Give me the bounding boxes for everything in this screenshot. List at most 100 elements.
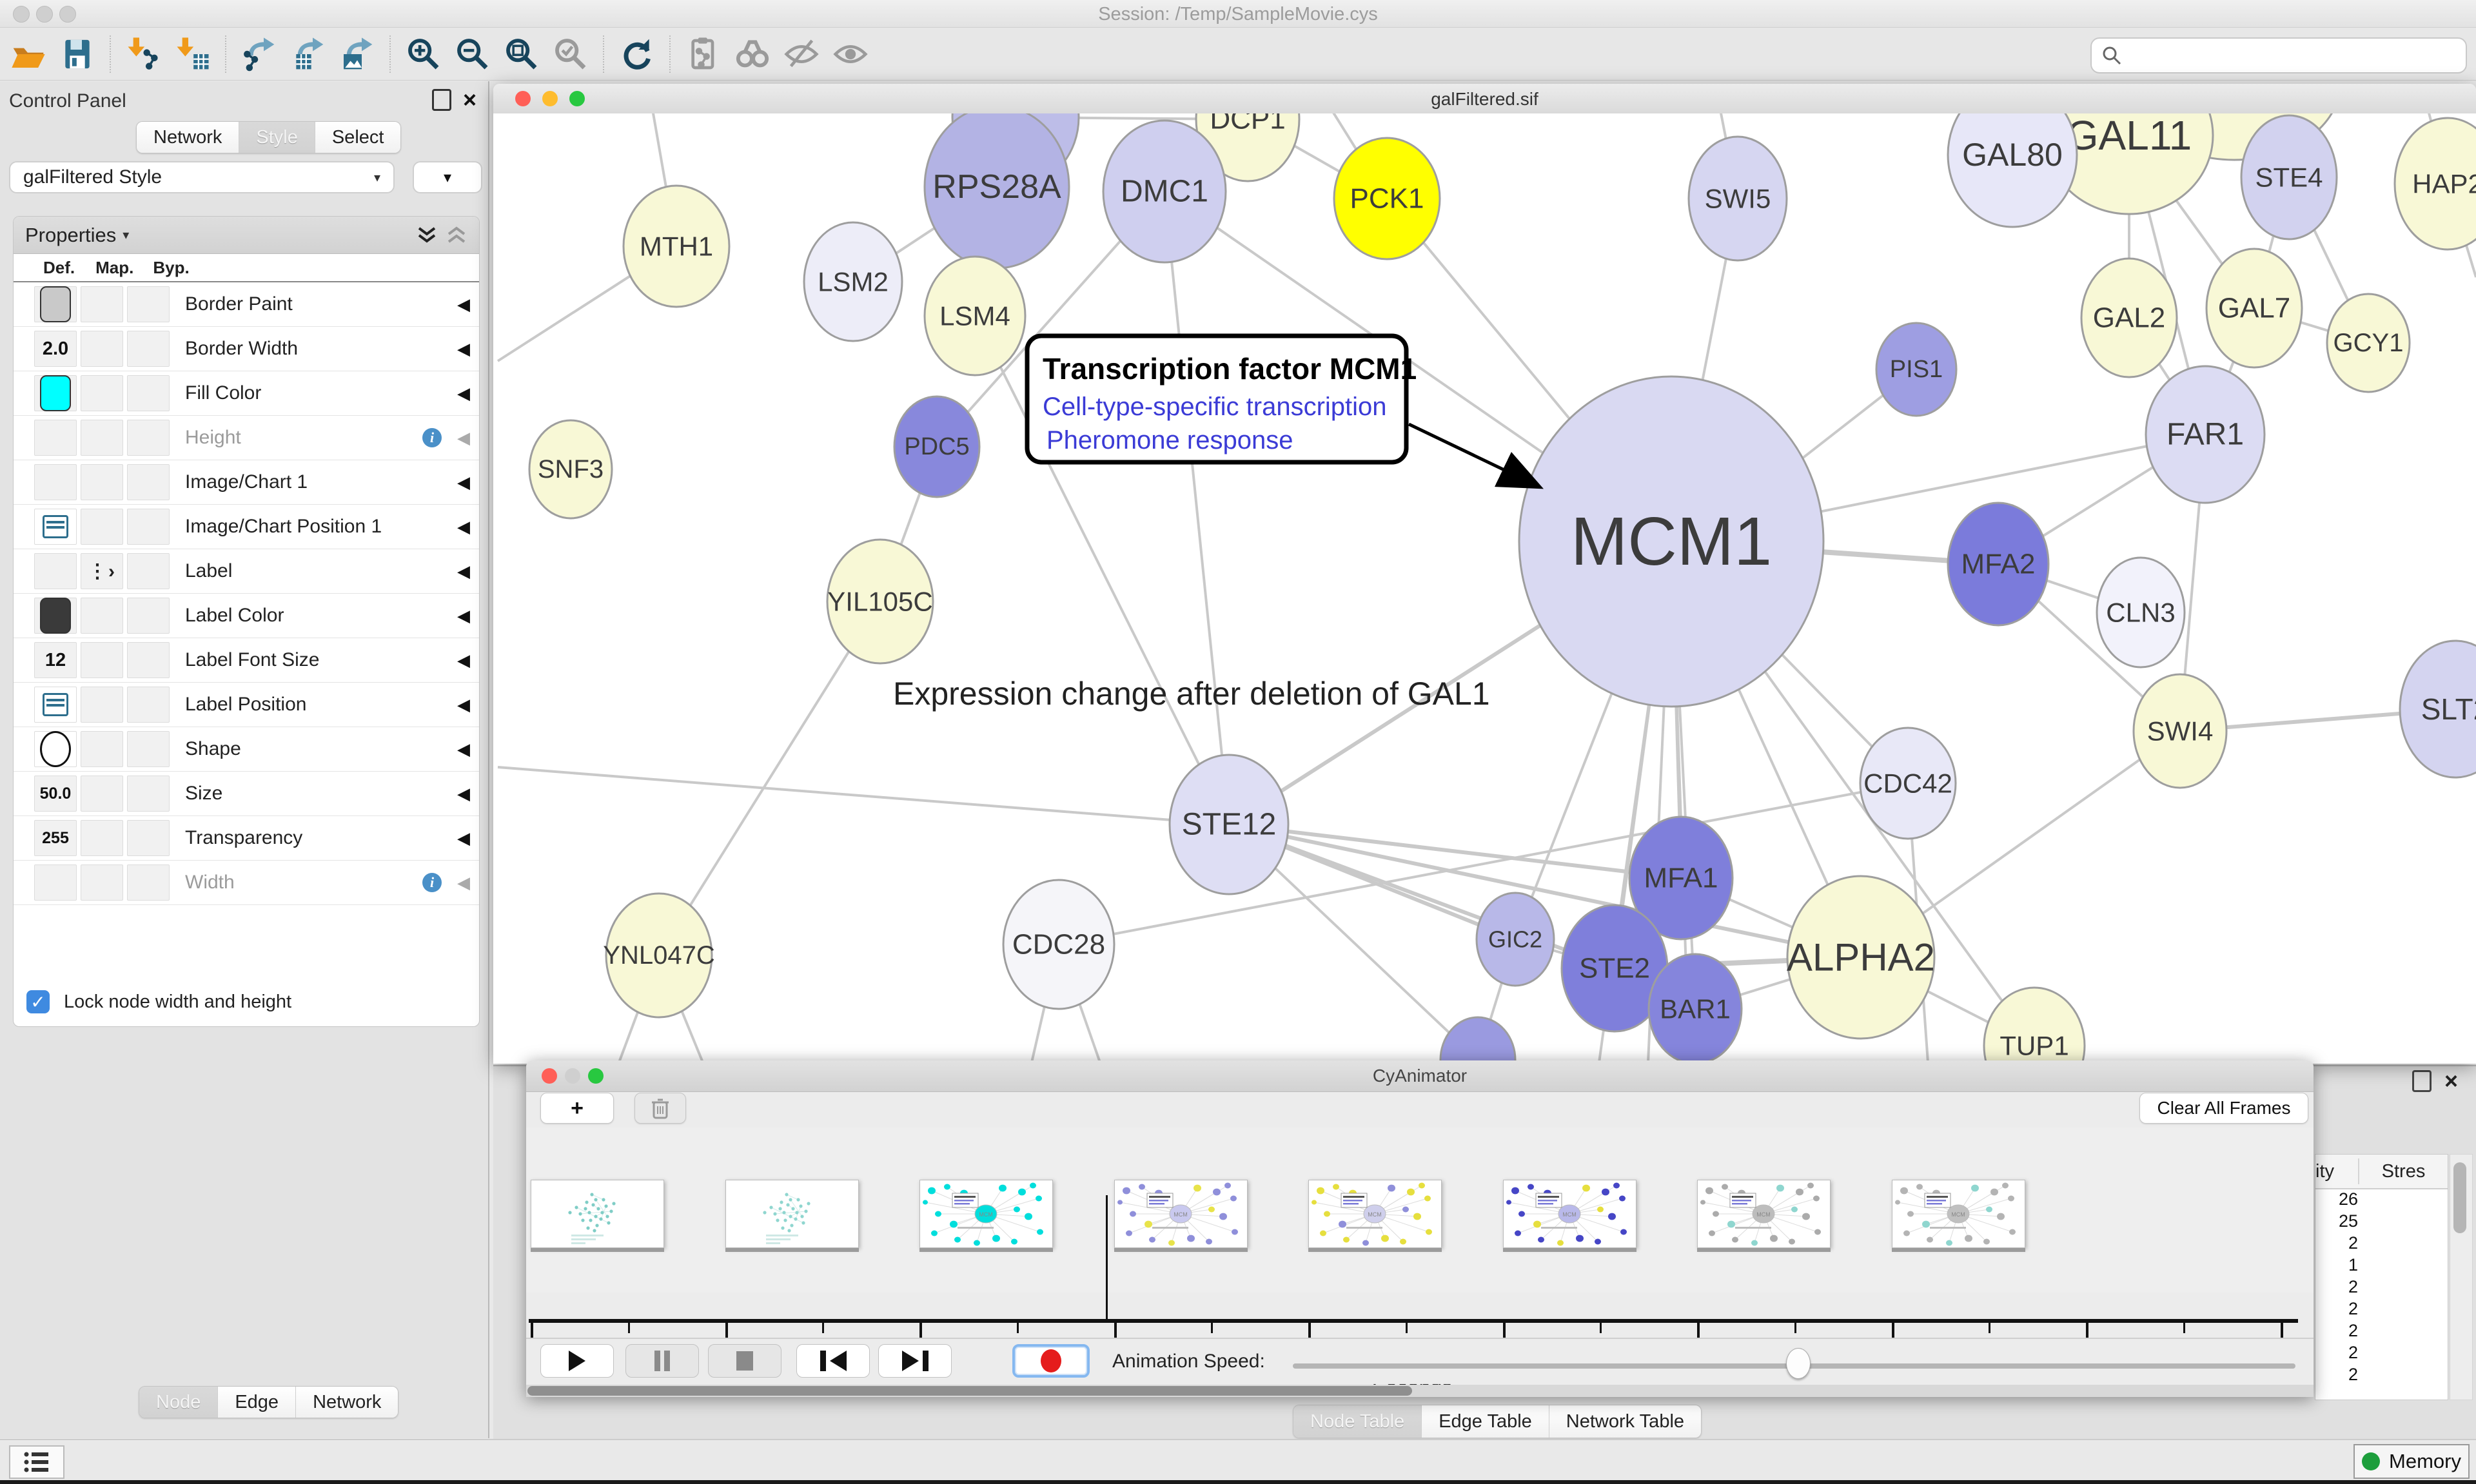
record-button[interactable] (1012, 1344, 1090, 1378)
property-row-label-color[interactable]: Label Color◀ (14, 594, 479, 638)
annotation-link-1[interactable]: Cell-type-specific transcription (1043, 393, 1387, 421)
expand-row-icon[interactable]: ◀ (457, 473, 470, 493)
property-row-label-position[interactable]: Label Position◀ (14, 683, 479, 727)
export-table-icon[interactable] (285, 32, 331, 76)
info-icon[interactable]: i (422, 428, 442, 447)
tab-network[interactable]: Network (137, 122, 239, 153)
lock-node-size-row[interactable]: ✓ Lock node width and height (26, 990, 478, 1013)
expand-row-icon[interactable]: ◀ (457, 517, 470, 537)
property-row-shape[interactable]: Shape◀ (14, 727, 479, 772)
export-network-icon[interactable] (236, 32, 282, 76)
property-row-label-font-size[interactable]: 12Label Font Size◀ (14, 638, 479, 683)
property-row-size[interactable]: 50.0Size◀ (14, 772, 479, 816)
zoom-out-icon[interactable] (449, 32, 496, 76)
frame-thumbnail-7[interactable]: MCM (1892, 1180, 2025, 1248)
table-row[interactable]: 26 (2315, 1189, 2448, 1211)
column-header-stress[interactable]: Stres (2358, 1158, 2448, 1184)
clear-all-frames-button[interactable]: Clear All Frames (2139, 1093, 2308, 1124)
property-row-fill-color[interactable]: Fill Color◀ (14, 371, 479, 416)
task-history-button[interactable] (9, 1445, 64, 1479)
column-header-ity[interactable]: ity (2315, 1161, 2358, 1182)
table-row[interactable]: 2 (2315, 1343, 2448, 1365)
expand-row-icon[interactable]: ◀ (457, 828, 470, 848)
tab-edge-table[interactable]: Edge Table (1422, 1405, 1549, 1438)
expand-row-icon[interactable]: ◀ (457, 384, 470, 404)
expand-row-icon[interactable]: ◀ (457, 428, 470, 448)
zoom-fit-icon[interactable] (498, 32, 545, 76)
collapse-all-icon[interactable] (446, 226, 467, 245)
table-row[interactable]: 2 (2315, 1365, 2448, 1387)
expand-all-icon[interactable] (416, 226, 438, 245)
node-cut-node[interactable] (1440, 1017, 1515, 1064)
show-details-icon[interactable] (827, 32, 874, 76)
float-panel-icon[interactable] (432, 89, 451, 111)
tab-style[interactable]: Style (239, 122, 315, 153)
add-frame-button[interactable]: + (540, 1093, 614, 1124)
property-row-border-paint[interactable]: Border Paint◀ (14, 282, 479, 327)
frame-thumbnail-1[interactable] (725, 1180, 859, 1248)
table-row[interactable]: 1 (2315, 1255, 2448, 1277)
expand-row-icon[interactable]: ◀ (457, 695, 470, 715)
frame-thumbnail-2[interactable]: MCM (919, 1180, 1053, 1248)
tab-node[interactable]: Node (139, 1387, 218, 1418)
hide-details-icon[interactable] (778, 32, 825, 76)
style-options-button[interactable]: ▾ (413, 161, 482, 193)
expand-row-icon[interactable]: ◀ (457, 606, 470, 626)
zoom-selected-icon[interactable] (547, 32, 594, 76)
float-table-panel-icon[interactable] (2412, 1070, 2432, 1092)
property-row-image-chart-position-1[interactable]: Image/Chart Position 1◀ (14, 505, 479, 549)
search-input[interactable] (2129, 44, 2466, 66)
search-box[interactable] (2090, 37, 2467, 73)
expand-row-icon[interactable]: ◀ (457, 784, 470, 804)
properties-header[interactable]: Properties ▾ (14, 217, 479, 254)
lock-checkbox[interactable]: ✓ (26, 990, 50, 1013)
table-row[interactable]: 2 (2315, 1233, 2448, 1255)
table-row[interactable]: 2 (2315, 1299, 2448, 1321)
cyanimator-hscroll-thumb[interactable] (527, 1386, 1412, 1396)
expand-row-icon[interactable]: ◀ (457, 873, 470, 893)
refresh-icon[interactable] (614, 32, 660, 76)
frame-thumbnail-6[interactable]: MCM (1697, 1180, 1831, 1248)
frame-thumbnail-0[interactable] (531, 1180, 664, 1248)
skip-to-end-button[interactable] (878, 1344, 952, 1378)
property-row-width[interactable]: Widthi◀ (14, 861, 479, 905)
network-canvas[interactable]: GAL11GAL80DCP1RPS28ADMC1PCK1MTH1LSM2LSM4… (493, 113, 2476, 1064)
property-row-border-width[interactable]: 2.0Border Width◀ (14, 327, 479, 371)
expand-row-icon[interactable]: ◀ (457, 650, 470, 670)
save-icon[interactable] (54, 32, 101, 76)
skip-to-start-button[interactable] (796, 1344, 870, 1378)
expand-row-icon[interactable]: ◀ (457, 561, 470, 581)
property-row-image-chart-1[interactable]: Image/Chart 1◀ (14, 460, 479, 505)
tab-select[interactable]: Select (315, 122, 401, 153)
close-panel-icon[interactable]: × (463, 91, 477, 109)
tab-network-table[interactable]: Network Table (1549, 1405, 1701, 1438)
expand-row-icon[interactable]: ◀ (457, 339, 470, 359)
table-row[interactable]: 2 (2315, 1321, 2448, 1343)
import-table-icon[interactable] (170, 32, 216, 76)
memory-button[interactable]: Memory (2353, 1444, 2470, 1479)
paste-icon[interactable] (680, 32, 727, 76)
frame-thumbnail-4[interactable]: MCM (1308, 1180, 1442, 1248)
delete-frame-button[interactable] (634, 1093, 686, 1124)
animation-speed-handle[interactable] (1786, 1348, 1811, 1379)
stop-button[interactable] (708, 1344, 781, 1378)
property-row-label[interactable]: ⋮›Label◀ (14, 549, 479, 594)
tab-node-table[interactable]: Node Table (1293, 1405, 1422, 1438)
expand-row-icon[interactable]: ◀ (457, 739, 470, 759)
info-icon[interactable]: i (422, 873, 442, 892)
table-row[interactable]: 25 (2315, 1211, 2448, 1233)
close-table-panel-icon[interactable]: × (2444, 1072, 2458, 1090)
table-row[interactable]: 2 (2315, 1277, 2448, 1299)
frame-thumbnail-3[interactable]: MCM (1114, 1180, 1248, 1248)
play-button[interactable] (540, 1344, 614, 1378)
property-row-transparency[interactable]: 255Transparency◀ (14, 816, 479, 861)
annotation-box[interactable]: Transcription factor MCM1Cell-type-speci… (1027, 336, 1538, 486)
stats-table-scrollbar[interactable] (2450, 1154, 2473, 1400)
cyanimator-hscrollbar[interactable] (526, 1385, 2314, 1397)
tab-edge[interactable]: Edge (218, 1387, 296, 1418)
timeline-playhead[interactable] (1106, 1195, 1108, 1319)
style-select[interactable]: galFiltered Style ▾ (9, 161, 395, 193)
search-network-icon[interactable] (729, 32, 776, 76)
cyanimator-titlebar[interactable]: CyAnimator (526, 1060, 2314, 1092)
annotation-link-2[interactable]: Pheromone response (1046, 426, 1293, 454)
